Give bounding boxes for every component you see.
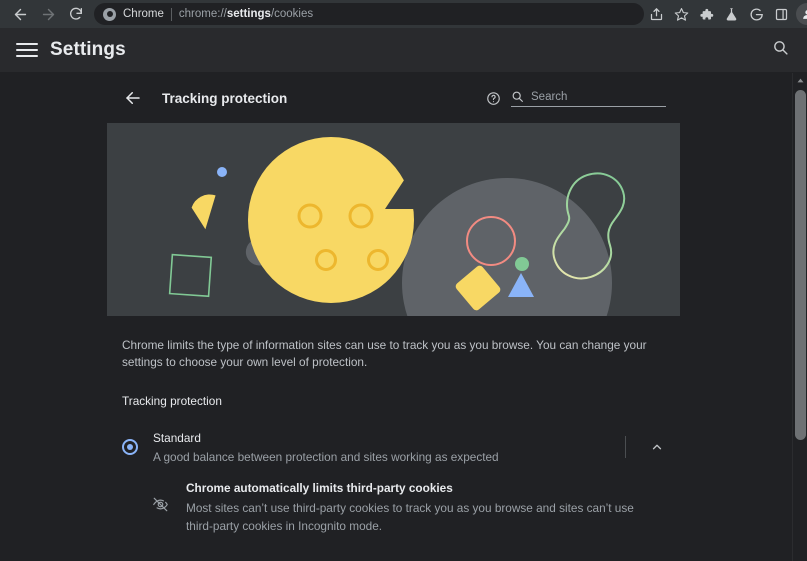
page-body: Tracking protection Search Chrome limits… — [0, 73, 807, 561]
scroll-up-arrow-icon[interactable] — [793, 73, 807, 87]
green-dot — [515, 257, 529, 271]
settings-top-bar: Settings — [0, 28, 807, 73]
chrome-logo-icon — [103, 7, 116, 21]
subpage-header: Tracking protection — [107, 73, 680, 123]
settings-search-icon[interactable] — [772, 39, 789, 61]
vertical-divider — [625, 435, 626, 458]
cookie-detail-text: Most sites can’t use third-party cookies… — [186, 501, 634, 534]
standard-option-title: Standard — [153, 430, 201, 445]
bookmark-star-icon[interactable] — [669, 2, 694, 26]
illustration-svg — [107, 123, 680, 316]
standard-radio[interactable] — [122, 438, 138, 455]
section-label: Tracking protection — [122, 393, 222, 408]
visibility-off-icon — [152, 496, 174, 513]
subpage-back-icon[interactable] — [121, 86, 145, 110]
labs-flask-icon[interactable] — [719, 2, 744, 26]
cookie-detail-texts: Chrome automatically limits third-party … — [186, 480, 638, 535]
forward-icon[interactable] — [34, 2, 62, 26]
help-circle-icon[interactable] — [486, 91, 501, 106]
settings-content: Tracking protection Search Chrome limits… — [107, 73, 807, 561]
blue-dot — [217, 167, 227, 177]
back-icon[interactable] — [6, 2, 34, 26]
extensions-puzzle-icon[interactable] — [694, 2, 719, 26]
toolbar-actions — [644, 2, 807, 26]
chevron-up-icon[interactable] — [648, 438, 666, 456]
subpage-header-actions — [486, 90, 666, 107]
standard-option-row[interactable]: Standard A good balance between protecti… — [107, 408, 680, 467]
url-bold-segment: settings — [226, 8, 271, 20]
share-icon[interactable] — [644, 2, 669, 26]
omnibox-url: chrome://settings/cookies — [179, 8, 313, 20]
subpage-title: Tracking protection — [162, 90, 288, 106]
reload-icon[interactable] — [62, 2, 90, 26]
hamburger-menu-icon[interactable] — [16, 39, 38, 61]
option-expand-area — [625, 435, 680, 458]
address-bar[interactable]: Chrome chrome://settings/cookies — [94, 3, 644, 25]
standard-option-texts: Standard A good balance between protecti… — [153, 430, 625, 467]
page-description: Chrome limits the type of information si… — [122, 338, 647, 369]
scrollbar-thumb[interactable] — [795, 90, 806, 440]
standard-option-subtitle: A good balance between protection and si… — [153, 449, 499, 464]
google-g-icon[interactable] — [744, 2, 769, 26]
omnibox-app-name: Chrome — [123, 8, 164, 20]
content-inner: Tracking protection Search Chrome limits… — [107, 73, 680, 536]
vertical-scrollbar[interactable] — [792, 73, 807, 561]
navigation-buttons — [6, 2, 90, 26]
profile-avatar-icon[interactable] — [796, 3, 807, 25]
search-input[interactable] — [531, 90, 649, 103]
browser-toolbar: Chrome chrome://settings/cookies — [0, 0, 807, 28]
settings-search-field[interactable] — [511, 90, 666, 107]
search-icon — [511, 90, 524, 103]
cookie-detail-row: Chrome automatically limits third-party … — [107, 466, 680, 535]
page-title: Settings — [50, 39, 126, 60]
cookie-detail-title: Chrome automatically limits third-party … — [186, 481, 453, 496]
cookie-tracking-illustration — [107, 123, 680, 316]
settings-left-rail — [0, 73, 107, 561]
url-prefix: chrome:// — [178, 8, 227, 20]
cookie-body — [248, 137, 414, 303]
url-suffix: /cookies — [270, 8, 314, 20]
omnibox-divider — [170, 7, 172, 21]
side-panel-icon[interactable] — [769, 2, 794, 26]
